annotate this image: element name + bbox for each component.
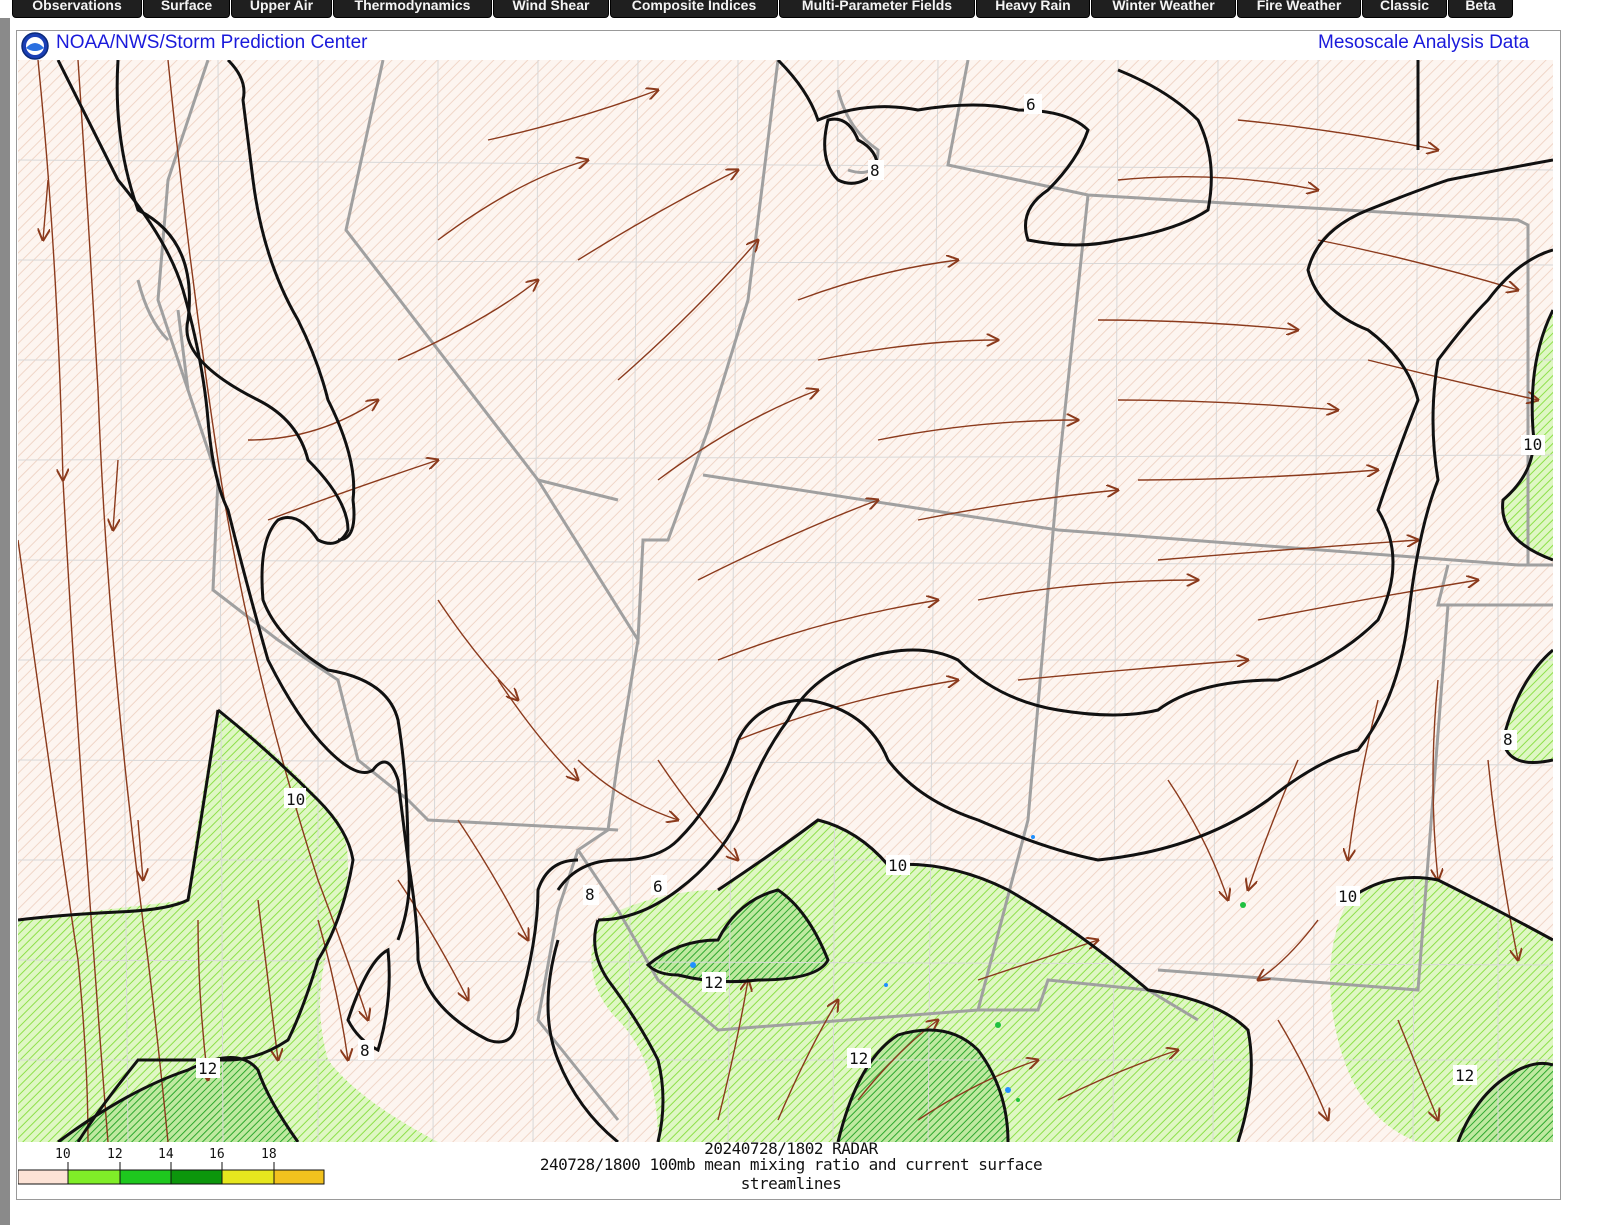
legend-label: 18 — [261, 1147, 277, 1162]
legend-label: 10 — [55, 1147, 71, 1162]
contour-label: 6 — [653, 877, 663, 896]
mixing-ratio-map: 6 8 8 6 8 8 10 10 10 10 12 12 12 12 — [18, 60, 1553, 1142]
mesoscale-analysis-link[interactable]: Mesoscale Analysis Data — [1318, 32, 1529, 54]
contour-label: 8 — [870, 161, 880, 180]
contour-label: 10 — [1338, 887, 1357, 906]
contour-label: 6 — [1026, 95, 1036, 114]
legend-swatch — [273, 1169, 325, 1185]
legend-label: 14 — [158, 1147, 174, 1162]
product-nav-bar: Observations Surface Upper Air Thermodyn… — [0, 0, 1600, 20]
tab-heavy-rain[interactable]: Heavy Rain — [976, 0, 1090, 18]
spc-title-link[interactable]: NOAA/NWS/Storm Prediction Center — [56, 32, 367, 54]
tab-classic[interactable]: Classic — [1362, 0, 1447, 18]
tab-surface[interactable]: Surface — [143, 0, 230, 18]
tab-observations[interactable]: Observations — [12, 0, 142, 18]
tab-fire-weather[interactable]: Fire Weather — [1237, 0, 1361, 18]
tab-upper-air[interactable]: Upper Air — [231, 0, 332, 18]
tab-multi-parameter-fields[interactable]: Multi-Parameter Fields — [779, 0, 975, 18]
legend-swatch — [170, 1169, 223, 1185]
contour-label: 12 — [198, 1059, 217, 1078]
contour-label: 12 — [704, 973, 723, 992]
contour-label: 10 — [286, 790, 305, 809]
tab-thermodynamics[interactable]: Thermodynamics — [333, 0, 492, 18]
tab-wind-shear[interactable]: Wind Shear — [493, 0, 609, 18]
window-edge — [0, 18, 10, 1225]
legend-swatch — [67, 1169, 121, 1185]
contour-label: 8 — [585, 885, 595, 904]
tab-winter-weather[interactable]: Winter Weather — [1091, 0, 1236, 18]
legend-swatch — [221, 1169, 275, 1185]
legend-swatch — [18, 1169, 69, 1185]
contour-label: 10 — [888, 856, 907, 875]
legend-label: 16 — [209, 1147, 225, 1162]
legend-ticks — [67, 1162, 275, 1170]
contour-label: 8 — [360, 1041, 370, 1060]
contour-label: 12 — [1455, 1066, 1474, 1085]
contour-label: 8 — [1503, 730, 1513, 749]
noaa-logo-icon — [21, 32, 49, 60]
color-legend: 10 12 14 16 18 — [18, 1147, 325, 1185]
legend-swatches — [18, 1169, 325, 1185]
legend-label: 12 — [107, 1147, 123, 1162]
contour-label: 12 — [849, 1049, 868, 1068]
tab-beta[interactable]: Beta — [1448, 0, 1513, 18]
tab-composite-indices[interactable]: Composite Indices — [610, 0, 778, 18]
product-caption: 240728/1800 100mb mean mixing ratio and … — [539, 1155, 1043, 1193]
contour-label: 10 — [1523, 435, 1542, 454]
legend-swatch — [119, 1169, 172, 1185]
